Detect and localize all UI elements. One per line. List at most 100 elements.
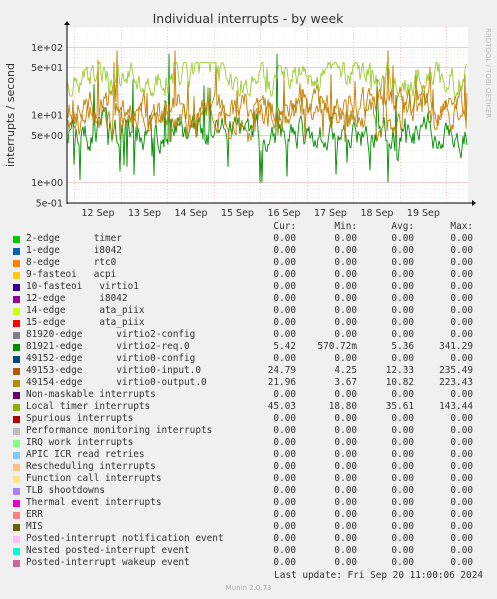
legend-swatch [13,548,20,555]
legend-max-value: 0.00 [450,245,473,256]
header-cur: Cur: [273,221,296,232]
y-tick-label: 1e+00 [31,178,63,189]
legend-series-name: ERR [26,509,43,520]
legend-series-name: Function call interrupts [26,473,162,484]
legend-max-value: 0.00 [450,509,473,520]
legend-swatch [13,488,20,495]
legend-row: 2-edge timer 0.00 0.00 0.00 0.00 [0,233,497,245]
legend-max-value: 0.00 [450,425,473,436]
legend-max-value: 0.00 [450,305,473,316]
x-tick-label: 17 Sep [314,208,347,219]
legend-swatch [13,380,20,387]
legend-max-value: 0.00 [450,233,473,244]
y-axis-arrow-icon [64,21,70,25]
rrdtool-side-label: RRDTOOL / TOBI OETIKER [484,28,492,118]
y-axis: 1e+02 5e+01 1e+01 5e+00 1e+00 5e-01 [31,43,63,210]
legend-max-value: 0.00 [450,521,473,532]
last-update: Last update: Fri Sep 20 11:00:06 2024 [274,570,483,581]
legend-row: 8-edge rtc0 0.00 0.00 0.00 0.00 [0,257,497,269]
legend-max-value: 0.00 [450,329,473,340]
legend-cur-value: 0.00 [273,293,296,304]
legend-series-name: Non-maskable interrupts [26,389,156,400]
legend-swatch [13,260,20,267]
legend-row: TLB shootdowns 0.00 0.00 0.00 0.00 [0,485,497,497]
legend-cur-value: 0.00 [273,557,296,568]
legend-swatch [13,368,20,375]
legend-max-value: 143.44 [439,401,473,412]
legend-max-value: 341.29 [439,341,473,352]
legend-series-name: MIS [26,521,43,532]
legend-max-value: 223.43 [439,377,473,388]
legend-swatch [13,428,20,435]
legend-row: 10-fasteoi virtio1 0.00 0.00 0.00 0.00 [0,281,497,293]
munin-version: Munin 2.0.73 [225,584,272,592]
legend-cur-value: 0.00 [273,449,296,460]
y-axis-label: interrupts / second [4,63,17,167]
legend-swatch [13,320,20,327]
legend-cur-value: 0.00 [273,305,296,316]
x-axis-arrow-icon [472,200,476,206]
legend-cur-value: 45.03 [267,401,296,412]
legend-series-name: 14-edge ata_piix [26,305,145,316]
x-tick-label: 12 Sep [81,208,114,219]
legend-swatch [13,356,20,363]
legend-series-name: Posted-interrupt wakeup event [26,557,190,568]
legend-swatch [13,284,20,291]
legend-swatch [13,452,20,459]
legend-swatch [13,440,20,447]
legend-row: 14-edge ata_piix 0.00 0.00 0.00 0.00 [0,305,497,317]
legend-max-value: 235.49 [439,365,473,376]
legend-cur-value: 0.00 [273,281,296,292]
legend-cur-value: 0.00 [273,317,296,328]
legend-cur-value: 0.00 [273,269,296,280]
legend-cur-value: 0.00 [273,257,296,268]
legend-cur-value: 5.42 [273,341,296,352]
y-tick-label: 5e+00 [31,131,63,142]
legend-row: 15-edge ata_piix 0.00 0.00 0.00 0.00 [0,317,497,329]
legend-series-name: 12-edge i8042 [26,293,128,304]
legend-cur-value: 24.79 [267,365,296,376]
legend-row: Local timer interrupts 45.03 18.80 35.61 143… [0,401,497,413]
legend-max-value: 0.00 [450,317,473,328]
legend-cur-value: 21.96 [267,377,296,388]
legend-series-name: 2-edge timer [26,233,122,244]
y-tick-label: 1e+02 [31,43,63,54]
legend-swatch [13,404,20,411]
legend-row: Posted-interrupt notification event 0.00 0… [0,533,497,545]
y-tick-label: 5e-01 [36,199,63,210]
legend-row: 1-edge i8042 0.00 0.00 0.00 0.00 [0,245,497,257]
legend-row: 81921-edge virtio2-req.0 5.42 570.72m 5.36 3… [0,341,497,353]
legend-max-value: 0.00 [450,497,473,508]
legend-swatch [13,392,20,399]
legend-swatch [13,296,20,303]
legend-series-name: APIC ICR read retries [26,449,145,460]
x-tick-label: 16 Sep [267,208,300,219]
x-tick-label: 18 Sep [360,208,393,219]
legend-cur-value: 0.00 [273,329,296,340]
legend-row: MIS 0.00 0.00 0.00 0.00 [0,521,497,533]
legend-max-value: 0.00 [450,449,473,460]
chart-area: Individual interrupts - by week RRDTOOL … [4,11,492,219]
legend-row: Rescheduling interrupts 0.00 0.00 0.00 0.00 [0,461,497,473]
legend-cur-value: 0.00 [273,245,296,256]
legend-series-name: 81920-edge virtio2-config [26,329,196,340]
legend-row: IRQ work interrupts 0.00 0.00 0.00 0.00 [0,437,497,449]
legend-max-value: 0.00 [450,257,473,268]
legend-cur-value: 0.00 [273,509,296,520]
legend-cur-value: 0.00 [273,485,296,496]
legend-series-name: Local timer interrupts [26,401,151,412]
y-tick-label: 1e+01 [31,111,63,122]
legend-row: Thermal event interrupts 0.00 0.00 0.00 0.00 [0,497,497,509]
legend-row: Nested posted-interrupt event 0.00 0.00 0.0… [0,545,497,557]
legend-series-name: Nested posted-interrupt event [26,545,190,556]
legend-row: Non-maskable interrupts 0.00 0.00 0.00 0.00 [0,389,497,401]
legend-max-value: 0.00 [450,557,473,568]
legend-swatch [13,524,20,531]
legend-row: 49154-edge virtio0-output.0 21.96 3.67 10.8… [0,377,497,389]
x-tick-label: 19 Sep [407,208,440,219]
legend-cur-value: 0.00 [273,413,296,424]
chart-title: Individual interrupts - by week [153,11,345,26]
legend-swatch [13,308,20,315]
legend-cur-value: 0.00 [273,521,296,532]
legend-max-value: 0.00 [450,437,473,448]
